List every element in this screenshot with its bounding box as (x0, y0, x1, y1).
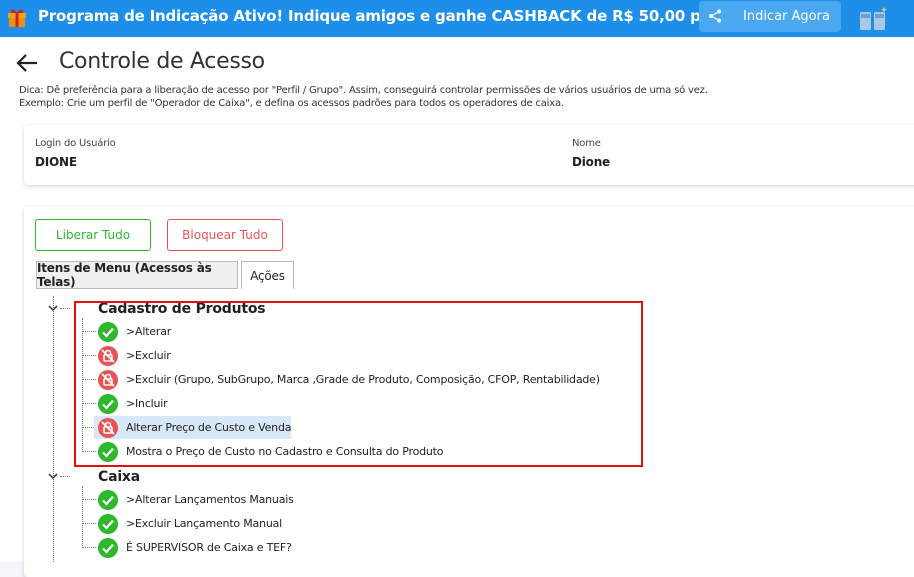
permission-item-label[interactable]: >Excluir (Grupo, SubGrupo, Marca ,Grade … (126, 373, 600, 386)
user-info-card (24, 125, 914, 185)
check-circle-icon[interactable] (98, 322, 118, 342)
tree-line-root (53, 296, 54, 562)
gift-icon (8, 9, 26, 27)
permission-item-label[interactable]: >Excluir Lançamento Manual (126, 517, 282, 530)
indicar-agora-label: Indicar Agora (743, 9, 830, 24)
indicar-agora-button[interactable]: Indicar Agora (699, 1, 841, 32)
liberar-tudo-button[interactable]: Liberar Tudo (35, 219, 151, 251)
name-value: Dione (572, 155, 611, 169)
banner-text: Programa de Indicação Ativo! Indique ami… (38, 7, 788, 25)
tree-line-item (82, 355, 96, 356)
tip-text: Dica: Dê preferência para a liberação de… (19, 84, 708, 110)
tree-line-item (82, 451, 96, 452)
group-title-cadastro-produtos: Cadastro de Produtos (98, 301, 266, 317)
group-title-caixa: Caixa (98, 469, 140, 485)
tree-line-group-1 (60, 308, 70, 309)
bloquear-tudo-button[interactable]: Bloquear Tudo (167, 219, 283, 251)
drinks-icon (860, 7, 887, 30)
permission-item-label[interactable]: Mostra o Preço de Custo no Cadastro e Co… (126, 445, 443, 458)
login-value: DIONE (35, 155, 77, 169)
login-label: Login do Usuário (35, 138, 116, 149)
check-circle-icon[interactable] (98, 442, 118, 462)
check-circle-icon[interactable] (98, 394, 118, 414)
permission-item-label[interactable]: >Alterar (126, 325, 171, 338)
share-icon (709, 9, 721, 23)
permission-item-label[interactable]: >Incluir (126, 397, 168, 410)
permission-item-label[interactable]: É SUPERVISOR de Caixa e TEF? (126, 541, 292, 554)
tab-itens-de-menu[interactable]: Itens de Menu (Acessos às Telas) (36, 261, 238, 289)
name-label: Nome (572, 138, 601, 149)
chevron-down-icon[interactable] (48, 304, 58, 312)
tab-acoes[interactable]: Ações (241, 261, 294, 289)
tree-line-item (82, 331, 96, 332)
tree-line-branch-1 (82, 318, 83, 452)
tree-line-branch-2 (82, 486, 83, 548)
permission-item-label[interactable]: >Alterar Lançamentos Manuais (126, 493, 294, 506)
permission-item-label[interactable]: >Excluir (126, 349, 171, 362)
tree-line-item (82, 523, 96, 524)
check-circle-icon[interactable] (98, 514, 118, 534)
back-arrow-icon[interactable] (15, 52, 39, 74)
blocked-lock-icon[interactable] (98, 418, 118, 438)
check-circle-icon[interactable] (98, 538, 118, 558)
tree-line-item (82, 547, 96, 548)
referral-banner: Programa de Indicação Ativo! Indique ami… (0, 0, 914, 37)
check-circle-icon[interactable] (98, 490, 118, 510)
tree-line-item (82, 427, 94, 428)
tip-line-2: Exemplo: Crie um perfil de "Operador de … (19, 98, 564, 109)
tree-line-group-2 (60, 476, 70, 477)
blocked-lock-icon[interactable] (98, 346, 118, 366)
blocked-lock-icon[interactable] (98, 370, 118, 390)
page-title: Controle de Acesso (59, 49, 265, 74)
tree-line-item (82, 379, 96, 380)
tree-line-item (82, 499, 96, 500)
permission-item-label[interactable]: Alterar Preço de Custo e Venda (126, 421, 291, 434)
tree-line-item (82, 403, 96, 404)
chevron-down-icon[interactable] (48, 472, 58, 480)
tip-line-1: Dica: Dê preferência para a liberação de… (19, 85, 708, 96)
